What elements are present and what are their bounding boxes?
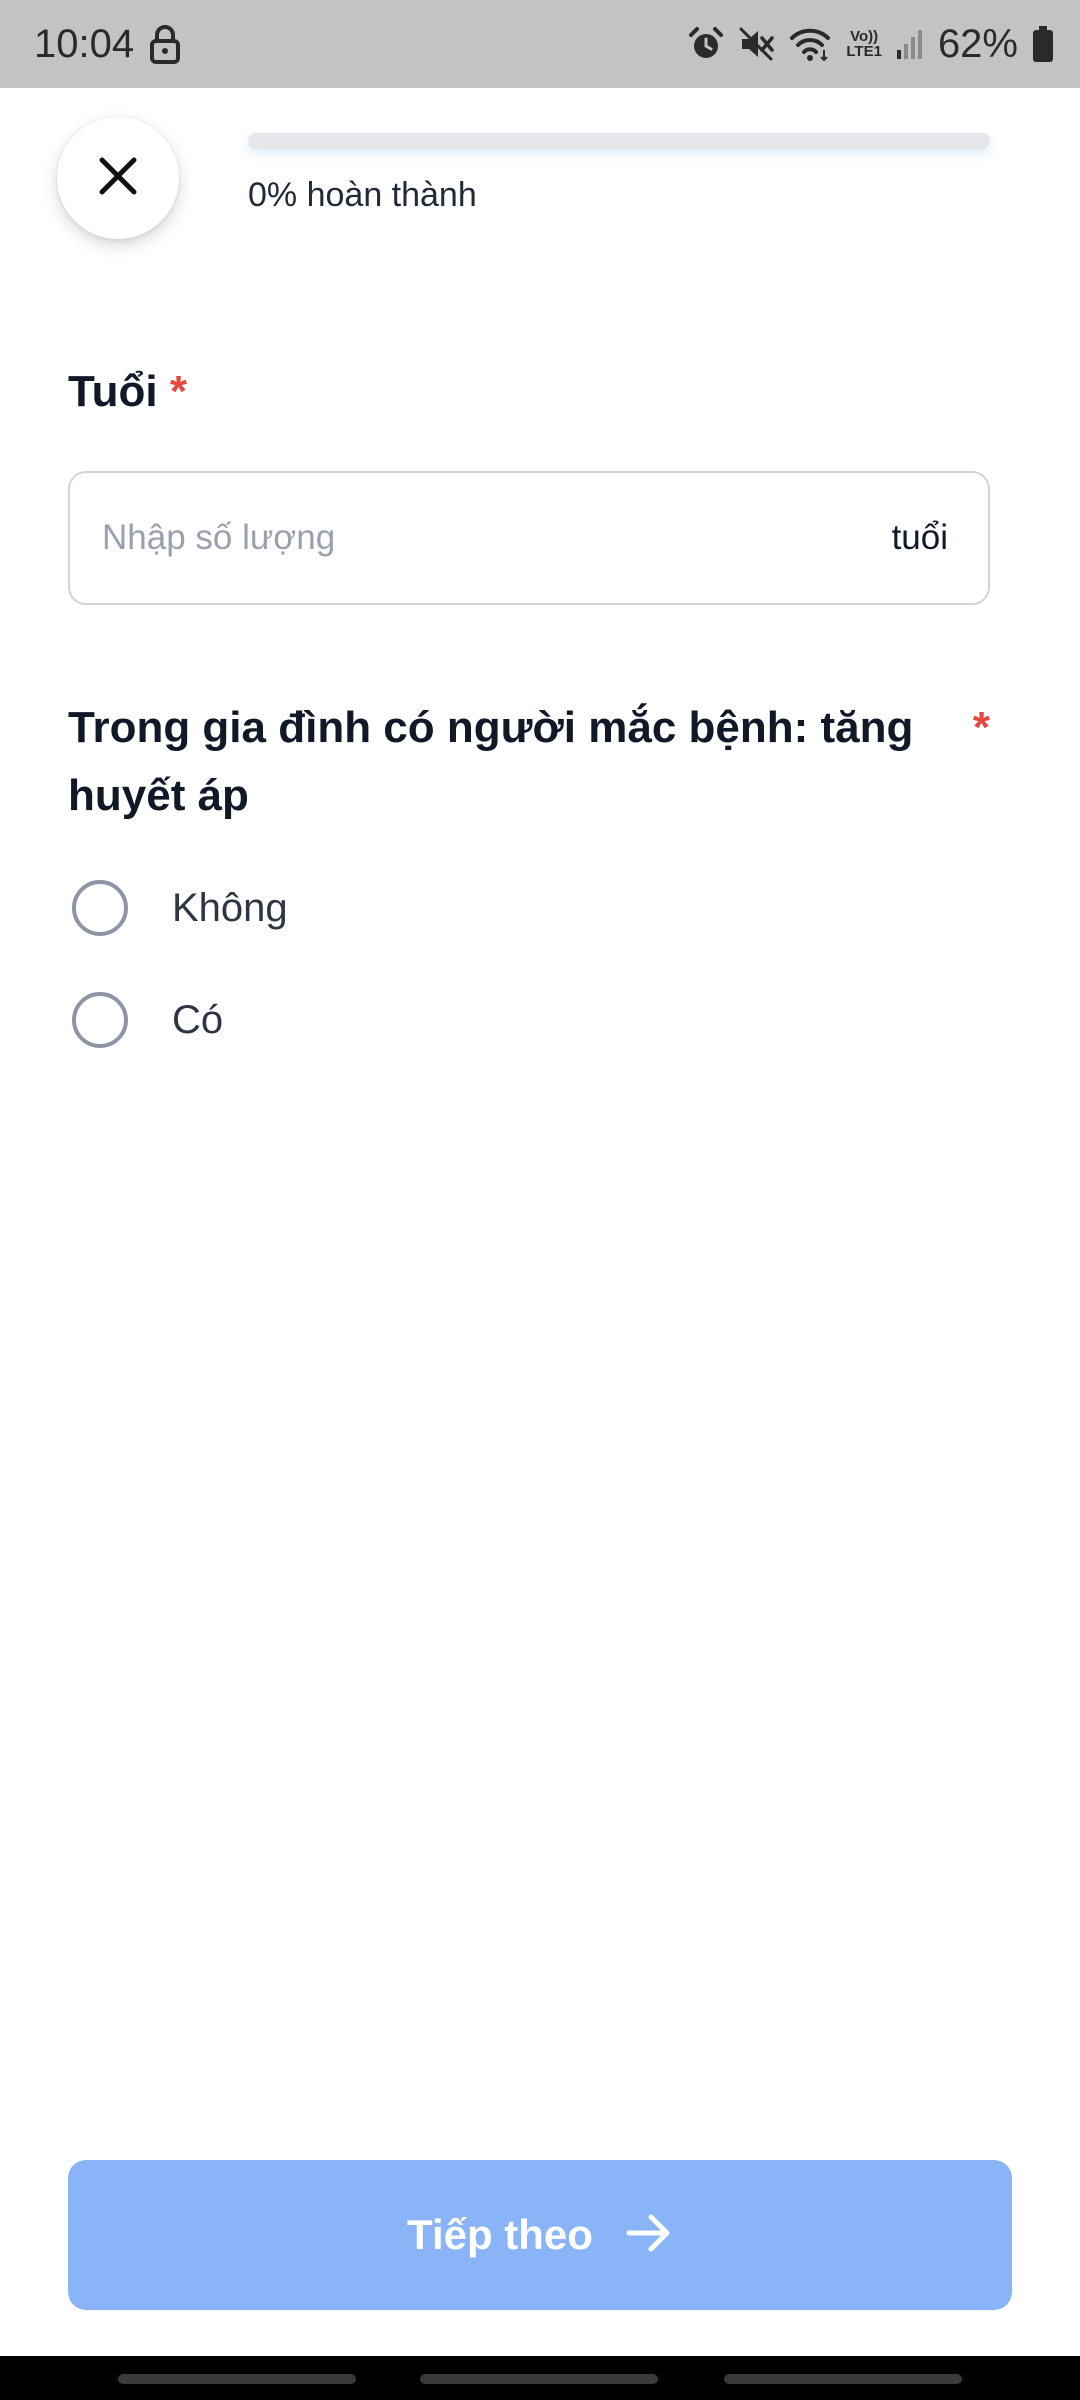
family-question: Trong gia đình có người mắc bệnh: tăng h… bbox=[68, 694, 990, 830]
wifi-icon bbox=[788, 26, 832, 62]
family-question-title: Trong gia đình có người mắc bệnh: tăng h… bbox=[68, 703, 914, 820]
progress-bar bbox=[248, 133, 990, 149]
nav-recent-handle[interactable] bbox=[118, 2374, 356, 2384]
age-question-text: Tuổi bbox=[68, 367, 158, 416]
next-button-label: Tiếp theo bbox=[407, 2211, 593, 2258]
status-bar: 10:04 Vo)) LTE1 62% bbox=[0, 0, 1080, 88]
mute-icon bbox=[738, 26, 775, 62]
close-icon bbox=[98, 156, 138, 201]
age-input-placeholder: Nhập số lượng bbox=[102, 518, 336, 557]
age-unit-label: tuổi bbox=[891, 518, 948, 557]
battery-text: 62% bbox=[937, 21, 1018, 66]
navigation-bar bbox=[0, 2356, 1080, 2400]
status-right: Vo)) LTE1 62% bbox=[688, 22, 1054, 67]
progress-label: 0% hoàn thành bbox=[248, 176, 477, 214]
alarm-icon bbox=[688, 26, 724, 62]
radio-option-co[interactable]: Có bbox=[72, 992, 223, 1048]
lte-label: LTE1 bbox=[846, 43, 882, 60]
required-mark: * bbox=[972, 703, 990, 752]
signal-icon bbox=[896, 28, 924, 60]
battery-icon bbox=[1032, 25, 1054, 63]
status-time: 10:04 bbox=[34, 21, 135, 66]
lock-icon bbox=[148, 24, 182, 64]
age-input[interactable]: Nhập số lượng tuổi bbox=[68, 471, 990, 605]
arrow-right-icon bbox=[625, 2213, 673, 2258]
close-button[interactable] bbox=[57, 117, 179, 239]
radio-button[interactable] bbox=[72, 880, 128, 936]
volte-label: Vo)) bbox=[850, 28, 879, 45]
radio-label: Có bbox=[172, 997, 224, 1042]
age-question-title: Tuổi * bbox=[68, 358, 187, 426]
radio-button[interactable] bbox=[72, 992, 128, 1048]
required-mark: * bbox=[169, 367, 187, 416]
nav-home-handle[interactable] bbox=[420, 2374, 658, 2384]
next-button[interactable]: Tiếp theo bbox=[68, 2160, 1012, 2310]
nav-back-handle[interactable] bbox=[724, 2374, 962, 2384]
volte-icon: Vo)) LTE1 bbox=[846, 29, 882, 59]
radio-label: Không bbox=[172, 885, 288, 930]
radio-option-khong[interactable]: Không bbox=[72, 880, 288, 936]
status-left: 10:04 bbox=[34, 22, 182, 67]
